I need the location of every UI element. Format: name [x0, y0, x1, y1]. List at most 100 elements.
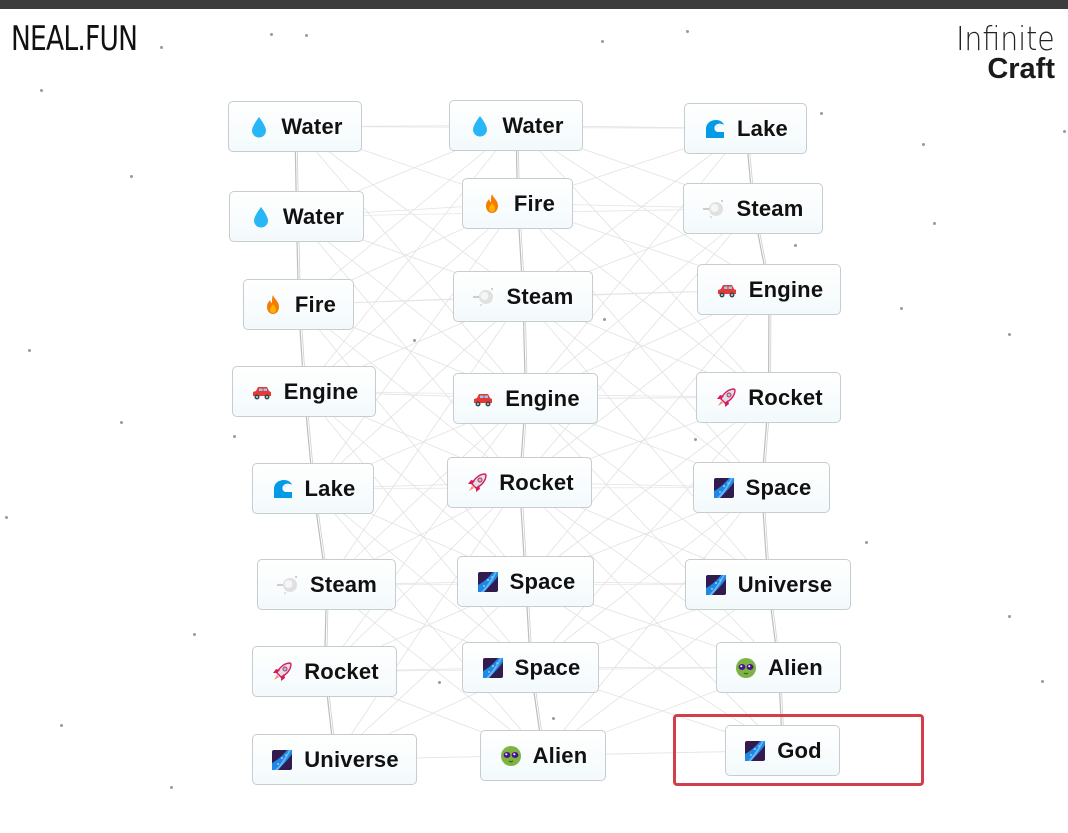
- background-dot: [820, 112, 823, 115]
- item-label: Water: [502, 112, 564, 138]
- background-dot: [305, 34, 308, 37]
- item-label: Alien: [532, 742, 588, 768]
- background-dot: [5, 516, 8, 519]
- item-space[interactable]: Space: [693, 462, 830, 513]
- item-label: Rocket: [748, 384, 823, 410]
- background-dot: [794, 244, 797, 247]
- item-label: God: [777, 737, 822, 763]
- background-dot: [233, 435, 236, 438]
- connection-line: [303, 391, 531, 668]
- neal-fun-logo[interactable]: NEAL.FUN: [11, 22, 138, 56]
- background-dot: [1063, 130, 1066, 133]
- item-label: Steam: [736, 195, 804, 221]
- item-engine[interactable]: Engine: [453, 373, 598, 424]
- wave-icon: [271, 477, 295, 501]
- item-universe[interactable]: Universe: [252, 734, 417, 785]
- background-dot: [270, 33, 273, 36]
- item-label: Engine: [748, 276, 824, 302]
- game-canvas[interactable]: NEAL.FUN Infinite Craft Water Water Fire En…: [0, 0, 1068, 833]
- background-dot: [170, 786, 173, 789]
- infinite-craft-logo: Infinite Craft: [940, 22, 1055, 84]
- item-steam[interactable]: Steam: [257, 559, 396, 610]
- item-universe[interactable]: Universe: [685, 559, 851, 610]
- milky-way-icon: [743, 739, 767, 763]
- item-label: Fire: [294, 291, 337, 317]
- background-dot: [28, 349, 31, 352]
- logo-infinite-text: Infinite: [956, 19, 1055, 58]
- background-dot: [1041, 680, 1044, 683]
- item-label: Space: [514, 654, 581, 680]
- rocket-icon: [714, 386, 738, 410]
- water-drop-icon: [247, 115, 271, 139]
- background-dot: [413, 339, 416, 342]
- item-label: Lake: [737, 115, 788, 141]
- background-dot: [120, 421, 123, 424]
- background-dot: [193, 633, 196, 636]
- alien-icon: [499, 744, 523, 768]
- rocket-icon: [465, 471, 489, 495]
- item-label: Lake: [304, 475, 356, 501]
- background-dot: [922, 143, 925, 146]
- item-label: Steam: [506, 283, 574, 309]
- item-lake[interactable]: Lake: [252, 463, 374, 514]
- connection-line: [324, 398, 526, 672]
- item-label: Space: [509, 568, 576, 594]
- connection-line: [303, 125, 517, 392]
- item-label: Water: [282, 203, 345, 229]
- connection-line: [519, 208, 754, 483]
- item-label: Alien: [768, 654, 823, 680]
- item-label: Steam: [309, 571, 378, 597]
- connection-line: [326, 296, 524, 585]
- rocket-icon: [270, 660, 294, 684]
- background-dot: [438, 681, 441, 684]
- connection-line: [517, 203, 762, 488]
- item-label: Rocket: [304, 658, 379, 684]
- water-drop-icon: [249, 205, 273, 229]
- item-alien[interactable]: Alien: [716, 642, 841, 693]
- item-water[interactable]: Water: [229, 191, 364, 242]
- background-dot: [601, 40, 604, 43]
- connection-line: [519, 482, 783, 751]
- item-steam[interactable]: Steam: [453, 271, 593, 322]
- item-engine[interactable]: Engine: [697, 264, 841, 315]
- item-fire[interactable]: Fire: [243, 279, 354, 330]
- connection-line: [522, 296, 769, 585]
- fire-icon: [480, 192, 504, 216]
- milky-way-icon: [704, 573, 728, 597]
- connection-line: [312, 488, 544, 756]
- item-lake[interactable]: Lake: [684, 103, 807, 154]
- alien-icon: [734, 656, 758, 680]
- background-dot: [603, 318, 606, 321]
- item-alien[interactable]: Alien: [480, 730, 606, 781]
- item-god-highlighted[interactable]: God: [725, 725, 840, 776]
- item-water[interactable]: Water: [228, 101, 362, 152]
- connection-line: [296, 216, 520, 483]
- connection-line: [542, 487, 762, 756]
- milky-way-icon: [270, 748, 294, 772]
- background-dot: [552, 717, 555, 720]
- background-dot: [900, 307, 903, 310]
- item-label: Universe: [737, 571, 833, 597]
- steam-icon: [702, 197, 726, 221]
- item-water[interactable]: Water: [449, 100, 583, 151]
- background-dot: [60, 724, 63, 727]
- steam-icon: [472, 285, 496, 309]
- background-dot: [130, 175, 133, 178]
- item-rocket[interactable]: Rocket: [696, 372, 841, 423]
- background-dot: [933, 222, 936, 225]
- background-dot: [40, 89, 43, 92]
- background-dot: [160, 46, 163, 49]
- item-rocket[interactable]: Rocket: [252, 646, 397, 697]
- item-space[interactable]: Space: [462, 642, 599, 693]
- item-space[interactable]: Space: [457, 556, 594, 607]
- item-rocket[interactable]: Rocket: [447, 457, 592, 508]
- item-steam[interactable]: Steam: [683, 183, 823, 234]
- item-engine[interactable]: Engine: [232, 366, 376, 417]
- wave-icon: [703, 117, 727, 141]
- background-dot: [686, 30, 689, 33]
- connection-line: [294, 126, 526, 399]
- top-bar: [0, 0, 1068, 9]
- item-label: Engine: [283, 378, 359, 404]
- item-fire[interactable]: Fire: [462, 178, 573, 229]
- logo-craft-text: Craft: [987, 53, 1055, 85]
